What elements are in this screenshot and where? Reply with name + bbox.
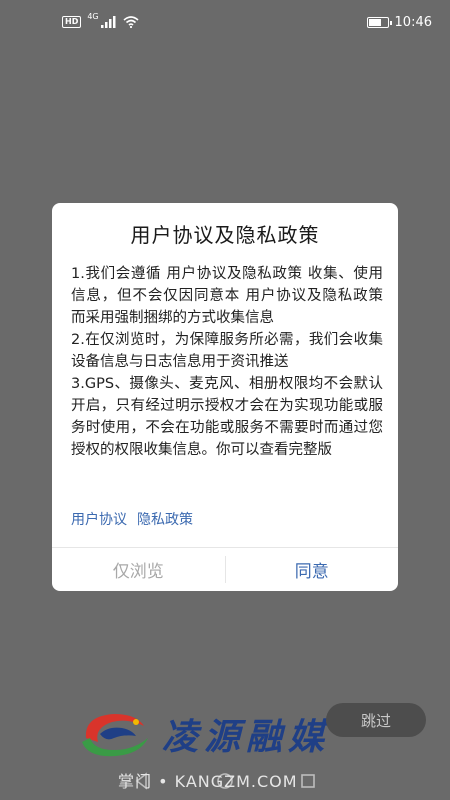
dialog-title: 用户协议及隐私政策 (130, 223, 320, 247)
policy-paragraph-3: 3.GPS、摄像头、麦克风、相册权限均不会默认开启，只有经过明示授权才会在为实现… (71, 376, 383, 458)
watermark: 掌门 • KANGZM.COM (118, 772, 298, 791)
battery-level (368, 18, 382, 26)
dialog-body: 1.我们会遵循 用户协议及隐私政策 收集、使用信息，但不会仅因同意本 用户协议及… (71, 263, 383, 461)
brand-name: 凌源融媒 (162, 716, 331, 758)
privacy-policy-link[interactable]: 隐私政策 (137, 509, 193, 529)
privacy-dialog: 用户协议及隐私政策 1.我们会遵循 用户协议及隐私政策 收集、使用信息，但不会仅… (52, 203, 398, 591)
recents-icon[interactable] (299, 772, 317, 790)
user-agreement-link[interactable]: 用户协议 (71, 509, 127, 529)
signal-icon (100, 16, 116, 28)
dialog-actions: 仅浏览 同意 (52, 547, 398, 591)
network-type: 4G (87, 12, 99, 21)
clock: 10:46 (394, 14, 432, 30)
policy-links: 用户协议 隐私政策 (71, 509, 193, 529)
policy-paragraph-2: 2.在仅浏览时，为保障服务所必需，我们会收集设备信息与日志信息用于资讯推送 (71, 332, 383, 370)
battery-icon (366, 16, 392, 28)
brand-logo: 凌源融媒 (78, 708, 330, 760)
skip-button[interactable]: 跳过 (326, 703, 426, 737)
status-left: HD 4G (62, 12, 139, 28)
wifi-icon (123, 16, 139, 28)
policy-paragraph-1: 1.我们会遵循 用户协议及隐私政策 收集、使用信息，但不会仅因同意本 用户协议及… (71, 266, 383, 326)
status-right: 10:46 (366, 14, 432, 30)
browse-only-button[interactable]: 仅浏览 (52, 548, 225, 591)
agree-button[interactable]: 同意 (226, 548, 399, 591)
brand-emblem-icon (82, 714, 148, 757)
hd-badge: HD (62, 16, 82, 28)
status-bar: HD 4G 10:46 (0, 0, 450, 44)
